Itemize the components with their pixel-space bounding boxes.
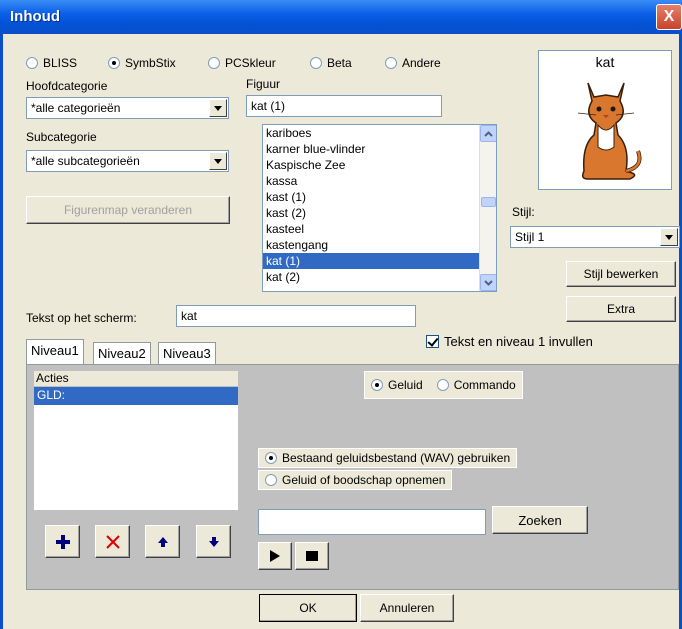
radio-opnemen-indicator bbox=[265, 474, 277, 486]
radio-commando-label: Commando bbox=[453, 378, 516, 392]
radio-bestaand-geluid[interactable]: Bestaand geluidsbestand (WAV) gebruiken bbox=[258, 448, 518, 468]
preview-caption: kat bbox=[595, 54, 615, 70]
figurenmap-veranderen-button[interactable]: Figurenmap veranderen bbox=[26, 196, 230, 224]
window-frame-left bbox=[0, 34, 3, 629]
acties-header: Acties bbox=[34, 371, 238, 387]
stop-button[interactable] bbox=[295, 542, 329, 570]
chevron-down-icon[interactable] bbox=[660, 228, 678, 246]
radio-bliss[interactable]: BLISS bbox=[26, 56, 77, 70]
radio-beta[interactable]: Beta bbox=[310, 56, 352, 70]
sound-file-input[interactable] bbox=[258, 509, 486, 535]
arrow-down-icon bbox=[208, 536, 219, 547]
figuur-label: Figuur bbox=[246, 77, 281, 91]
radio-geluid-opnemen[interactable]: Geluid of boodschap opnemen bbox=[258, 470, 453, 490]
zoeken-button[interactable]: Zoeken bbox=[492, 506, 588, 534]
radio-opnemen-label: Geluid of boodschap opnemen bbox=[282, 473, 446, 487]
chevron-up-icon bbox=[484, 130, 493, 137]
list-item[interactable]: Kaspische Zee bbox=[263, 157, 479, 173]
chevron-down-icon[interactable] bbox=[209, 152, 227, 170]
list-item[interactable]: kat (2) bbox=[263, 269, 479, 285]
list-item[interactable]: kasteel bbox=[263, 221, 479, 237]
radio-beta-indicator bbox=[310, 57, 322, 69]
figuur-scrollbar[interactable] bbox=[479, 125, 496, 291]
window-title: Inhoud bbox=[10, 8, 60, 25]
tekst-niveau-checkbox[interactable]: Tekst en niveau 1 invullen bbox=[426, 334, 593, 349]
radio-symbstix-label: SymbStix bbox=[125, 56, 176, 70]
tab-niveau1[interactable]: Niveau1 bbox=[26, 339, 84, 364]
hoofdcategorie-label: Hoofdcategorie bbox=[26, 79, 108, 93]
list-item[interactable]: kast (2) bbox=[263, 205, 479, 221]
title-bar bbox=[0, 0, 682, 34]
stijl-label: Stijl: bbox=[512, 205, 535, 219]
subcategorie-label: Subcategorie bbox=[26, 130, 97, 144]
list-item[interactable]: kassa bbox=[263, 173, 479, 189]
action-type-group: Geluid Commando bbox=[364, 371, 523, 399]
arrow-up-icon bbox=[157, 536, 168, 547]
tab-niveau2[interactable]: Niveau2 bbox=[93, 342, 151, 364]
close-icon: X bbox=[663, 8, 675, 25]
list-item[interactable]: kast (1) bbox=[263, 189, 479, 205]
radio-geluid-indicator bbox=[371, 379, 383, 391]
radio-geluid-label: Geluid bbox=[388, 378, 423, 392]
stijl-bewerken-button[interactable]: Stijl bewerken bbox=[566, 261, 676, 287]
radio-andere[interactable]: Andere bbox=[385, 56, 441, 70]
move-up-button[interactable] bbox=[145, 525, 180, 558]
radio-bliss-indicator bbox=[26, 57, 38, 69]
close-button[interactable]: X bbox=[656, 4, 682, 30]
radio-bestaand-indicator bbox=[265, 452, 277, 464]
hoofdcategorie-select[interactable]: *alle categorieën bbox=[26, 97, 229, 119]
radio-beta-label: Beta bbox=[327, 56, 352, 70]
list-item[interactable]: kariboes bbox=[263, 125, 479, 141]
radio-bestaand-label: Bestaand geluidsbestand (WAV) gebruiken bbox=[282, 451, 511, 465]
delete-x-icon bbox=[105, 534, 120, 549]
figuur-rows: kariboes karner blue-vlinder Kaspische Zee… bbox=[263, 125, 496, 285]
annuleren-button[interactable]: Annuleren bbox=[360, 594, 454, 622]
figuur-input[interactable]: kat (1) bbox=[246, 95, 442, 117]
list-item[interactable]: kastengang bbox=[263, 237, 479, 253]
radio-bliss-label: BLISS bbox=[43, 56, 78, 70]
radio-commando-indicator bbox=[436, 379, 449, 391]
chevron-down-icon bbox=[484, 279, 493, 286]
radio-symbstix-indicator bbox=[108, 57, 120, 69]
chevron-down-icon[interactable] bbox=[209, 99, 227, 117]
move-down-button[interactable] bbox=[196, 525, 231, 558]
plus-icon bbox=[55, 534, 70, 549]
stop-icon bbox=[306, 551, 318, 561]
radio-commando[interactable]: Commando bbox=[436, 378, 516, 392]
stijl-select[interactable]: Stijl 1 bbox=[510, 226, 680, 248]
extra-button[interactable]: Extra bbox=[566, 296, 676, 322]
hoofdcategorie-value: *alle categorieën bbox=[31, 101, 121, 115]
stijl-value: Stijl 1 bbox=[515, 230, 545, 244]
play-button[interactable] bbox=[258, 542, 292, 570]
radio-pcskleur[interactable]: PCSkleur bbox=[208, 56, 276, 70]
radio-pcskleur-label: PCSkleur bbox=[225, 56, 276, 70]
tekst-op-scherm-label: Tekst op het scherm: bbox=[26, 311, 137, 325]
scroll-down-button[interactable] bbox=[480, 274, 496, 291]
subcategorie-select[interactable]: *alle subcategorieën bbox=[26, 150, 229, 172]
list-item[interactable]: kat (1) bbox=[263, 253, 479, 269]
ok-button[interactable]: OK bbox=[259, 594, 357, 622]
scroll-up-button[interactable] bbox=[480, 125, 496, 142]
subcategorie-value: *alle subcategorieën bbox=[31, 154, 140, 168]
play-icon bbox=[270, 550, 280, 562]
acties-list[interactable]: GLD: bbox=[34, 387, 238, 510]
add-action-button[interactable] bbox=[45, 525, 80, 558]
figuur-list[interactable]: kariboes karner blue-vlinder Kaspische Zee… bbox=[262, 124, 497, 292]
figure-preview: kat bbox=[538, 50, 672, 190]
tekst-op-scherm-input[interactable]: kat bbox=[176, 305, 416, 327]
tekst-niveau-checkbox-box bbox=[426, 335, 439, 348]
cat-image bbox=[577, 82, 642, 180]
radio-andere-indicator bbox=[385, 57, 397, 69]
tekst-niveau-checkbox-label: Tekst en niveau 1 invullen bbox=[444, 334, 593, 349]
list-item[interactable]: GLD: bbox=[34, 387, 238, 405]
radio-pcskleur-indicator bbox=[208, 57, 220, 69]
radio-andere-label: Andere bbox=[402, 56, 441, 70]
tab-niveau3[interactable]: Niveau3 bbox=[158, 342, 216, 364]
scroll-thumb[interactable] bbox=[481, 197, 496, 207]
radio-symbstix[interactable]: SymbStix bbox=[108, 56, 176, 70]
delete-action-button[interactable] bbox=[95, 525, 130, 558]
radio-geluid[interactable]: Geluid bbox=[371, 378, 423, 392]
list-item[interactable]: karner blue-vlinder bbox=[263, 141, 479, 157]
